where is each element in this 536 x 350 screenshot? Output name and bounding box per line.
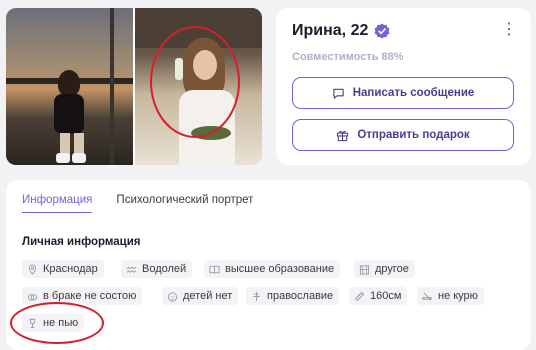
chip-label: 160см [370, 290, 402, 302]
write-message-label: Написать сообщение [352, 87, 475, 99]
chip-city: Краснодар [22, 260, 104, 278]
profile-card: Ирина, 22 ⋮ Совместимость 88% Написать с… [276, 8, 531, 165]
verified-badge-icon [374, 23, 390, 39]
religion-icon [253, 291, 260, 301]
chip-label: высшее образование [225, 263, 335, 275]
photo-gallery[interactable] [6, 8, 262, 165]
compatibility-text: Совместимость 88% [292, 51, 404, 63]
send-gift-button[interactable]: Отправить подарок [292, 119, 514, 151]
chip-label: православие [267, 290, 334, 302]
tab-psych-portrait[interactable]: Психологический портрет [116, 194, 253, 213]
send-gift-label: Отправить подарок [357, 129, 470, 141]
chip-label: детей нет [183, 290, 233, 302]
gift-icon [337, 130, 349, 141]
chip-label: Краснодар [43, 263, 98, 275]
aquarius-icon [126, 266, 137, 273]
rings-icon [27, 293, 38, 301]
profile-name: Ирина, 22 [292, 22, 369, 39]
chip-smoking: не курю [417, 287, 484, 305]
no-drinking-icon [29, 318, 36, 328]
chip-zodiac: Водолей [121, 260, 193, 278]
chip-children: детей нет [162, 287, 239, 305]
tab-information[interactable]: Информация [22, 194, 93, 213]
chip-religion: православие [246, 287, 340, 305]
write-message-button[interactable]: Написать сообщение [292, 77, 514, 109]
personal-info-title: Личная информация [22, 236, 141, 248]
chip-label: в браке не состою [43, 290, 137, 302]
chip-education: высшее образование [204, 260, 341, 278]
more-vertical-icon[interactable]: ⋮ [501, 22, 517, 38]
chip-marital: в браке не состою [22, 287, 143, 305]
tab-bar: Информация Психологический портрет [22, 194, 253, 213]
child-icon [167, 291, 178, 302]
ruler-icon [354, 291, 365, 301]
chip-label: Водолей [142, 263, 187, 275]
no-smoking-icon [422, 292, 432, 300]
book-icon [209, 265, 220, 274]
name-row: Ирина, 22 [292, 22, 390, 40]
chip-label: не курю [438, 290, 478, 302]
chip-height: 160см [349, 287, 408, 305]
message-icon [332, 88, 344, 99]
building-icon [359, 264, 370, 275]
chip-occupation: другое [354, 260, 415, 278]
chip-drinking: не пью [22, 314, 85, 332]
info-card: Информация Психологический портрет Лична… [6, 180, 531, 350]
location-icon [28, 264, 37, 275]
profile-photo-1[interactable] [6, 8, 133, 165]
chip-label: не пью [43, 317, 79, 329]
chip-label: другое [375, 263, 409, 275]
profile-photo-2[interactable] [135, 8, 262, 165]
